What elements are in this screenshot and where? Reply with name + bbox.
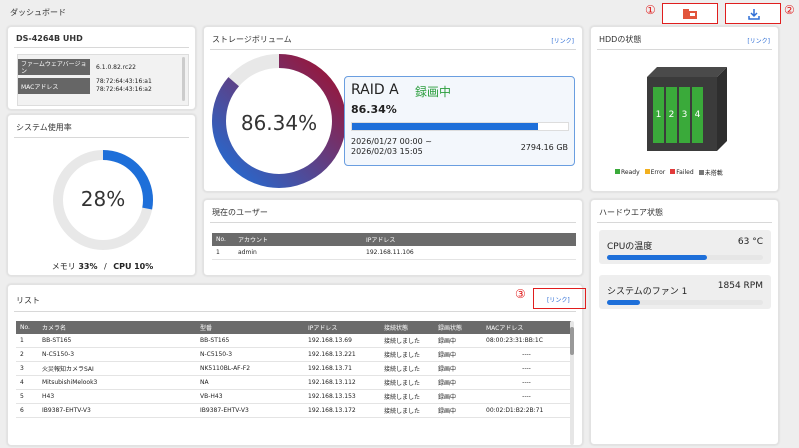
system-usage-title: システム使用率	[16, 123, 72, 132]
col-model: 型番	[196, 321, 304, 334]
users-title: 現在のユーザー	[212, 208, 268, 217]
storage-title: ストレージボリューム	[212, 35, 292, 44]
hdd-title: HDDの状態	[599, 35, 642, 44]
hdd-bay[interactable]: 1	[653, 87, 664, 143]
export-button[interactable]	[662, 3, 718, 24]
table-row[interactable]: 1 admin 192.168.11.106	[212, 246, 576, 260]
scrollbar[interactable]	[182, 57, 185, 101]
users-panel: 現在のユーザー No. アカウント IPアドレス 1 admin 192.168…	[203, 199, 583, 276]
callout-1: ①	[645, 3, 656, 17]
col-camera-name: カメラ名	[38, 321, 196, 334]
raid-date-range: 2026/01/27 00:00 ~ 2026/02/03 15:05	[351, 137, 432, 156]
download-icon	[748, 9, 760, 20]
page-title: ダッシュボード	[10, 8, 66, 17]
raid-status: 録画中	[415, 85, 452, 99]
users-table: No. アカウント IPアドレス 1 admin 192.168.11.106	[212, 233, 576, 260]
cpu-value: 10%	[134, 262, 154, 271]
fan-label: システムのファン 1	[607, 287, 688, 297]
memory-value: 33%	[78, 262, 98, 271]
table-row[interactable]: 4 MitsubishiMelook3 NA 192.168.13.112 接続しました…	[16, 375, 571, 390]
storage-panel: ストレージボリューム [リンク] 86.34% RAID A 録画中 86.34…	[203, 26, 583, 192]
device-panel: DS-4264B UHD ファームウェアバージョン 6.1.0.82.rc22 …	[7, 26, 196, 110]
hardware-title: ハードウエア状態	[599, 208, 663, 217]
raid-capacity: 2794.16 GB	[520, 143, 568, 152]
callout-2: ②	[784, 3, 795, 17]
table-row[interactable]: 3 火災報知カメラSAI NK5110BL-AF-F2 192.168.13.71 接続…	[16, 361, 571, 376]
table-row[interactable]: 6 IB9387-EHTV-V3 IB9387-EHTV-V3 192.168.13.…	[16, 403, 571, 418]
hardware-panel: ハードウエア状態 CPUの温度 63 °C システムのファン 1 1854 RP…	[590, 199, 779, 445]
usage-separator: /	[104, 262, 107, 271]
hdd-link[interactable]: [リンク]	[747, 36, 770, 45]
cpu-temp-label: CPUの温度	[607, 242, 653, 252]
raid-percent: 86.34%	[351, 103, 397, 116]
camera-list-panel: リスト ③ [リンク] No. カメラ名 型番 IPアドレス 接続状態 録画状態…	[7, 284, 586, 446]
hdd-legend: Ready Error Failed 未搭載	[615, 168, 723, 177]
table-row[interactable]: 2 N-C5150-3 N-C5150-3 192.168.13.221 接続しました録…	[16, 347, 571, 362]
fan-card: システムのファン 1 1854 RPM	[599, 275, 771, 309]
download-button[interactable]	[725, 3, 781, 24]
users-col-no: No.	[212, 233, 234, 246]
col-ip: IPアドレス	[304, 321, 380, 334]
mac-label: MACアドレス	[18, 78, 90, 94]
hdd-bay[interactable]: 2	[666, 87, 677, 143]
legend-item-not-installed: 未搭載	[698, 168, 723, 177]
raid-name: RAID A	[351, 82, 399, 98]
hdd-bay[interactable]: 3	[679, 87, 690, 143]
hdd-panel: HDDの状態 [リンク] 1 2 3 4 Ready Error Failed …	[590, 26, 779, 192]
device-model: DS-4264B UHD	[16, 34, 83, 43]
cpu-temp-value: 63 °C	[737, 237, 763, 247]
usage-summary: メモリ 33% / CPU 10%	[8, 261, 197, 272]
folder-icon	[683, 9, 697, 19]
col-no: No.	[16, 321, 38, 334]
list-link[interactable]: [リンク]	[533, 288, 586, 309]
storage-percent: 86.34%	[240, 111, 318, 135]
device-info-box: ファームウェアバージョン 6.1.0.82.rc22 MACアドレス 78:72…	[17, 54, 189, 106]
mac-value: 78:72:64:43:16:a1 78:72:64:43:16:a2	[96, 78, 152, 93]
hdd-bay[interactable]: 4	[692, 87, 703, 143]
cpu-label: CPU	[113, 262, 132, 271]
system-usage-panel: システム使用率 28% メモリ 33% / CPU 10%	[7, 114, 196, 276]
camera-table: No. カメラ名 型番 IPアドレス 接続状態 録画状態 MACアドレス 1 BB…	[16, 321, 571, 418]
legend-item-failed: Failed	[670, 169, 694, 176]
col-connection: 接続状態	[380, 321, 434, 334]
hdd-bays: 1 2 3 4	[653, 87, 703, 143]
table-row[interactable]: 1 BB-ST165 BB-ST165 192.168.13.69 接続しました 録画中 0…	[16, 334, 571, 348]
cpu-temp-card: CPUの温度 63 °C	[599, 230, 771, 264]
storage-link[interactable]: [リンク]	[551, 36, 574, 45]
legend-item-ready: Ready	[615, 169, 640, 176]
users-col-ip: IPアドレス	[362, 233, 576, 246]
memory-label: メモリ	[51, 262, 76, 271]
callout-3: ③	[515, 287, 526, 301]
firmware-label: ファームウェアバージョン	[18, 59, 90, 75]
users-col-account: アカウント	[234, 233, 362, 246]
list-scrollbar[interactable]	[570, 321, 574, 445]
raid-usage-bar	[351, 122, 569, 131]
system-usage-percent: 28%	[80, 187, 126, 211]
raid-card[interactable]: RAID A 録画中 86.34% 2026/01/27 00:00 ~ 202…	[344, 76, 575, 166]
fan-value: 1854 RPM	[717, 281, 763, 291]
table-row[interactable]: 5 H43 VB-H43 192.168.13.153 接続しました 録画中 ----	[16, 389, 571, 404]
legend-item-error: Error	[644, 169, 665, 176]
firmware-value: 6.1.0.82.rc22	[96, 64, 136, 71]
col-recording: 録画状態	[434, 321, 482, 334]
col-mac: MACアドレス	[482, 321, 571, 334]
list-title: リスト	[16, 296, 40, 305]
